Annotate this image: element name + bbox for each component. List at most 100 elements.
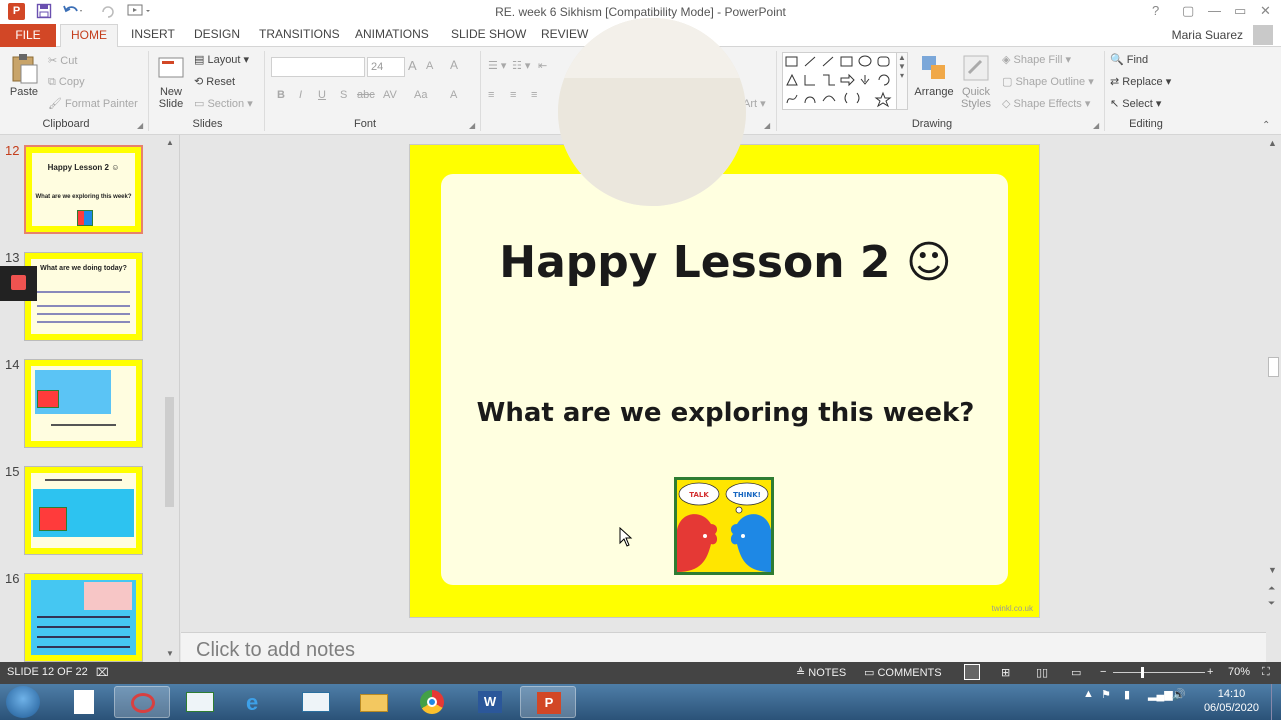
system-clock[interactable]: 14:10 06/05/2020 — [1204, 687, 1259, 715]
zoom-level[interactable]: 70% — [1228, 666, 1250, 678]
font-name-field[interactable] — [271, 57, 365, 77]
paste-button[interactable]: Paste — [6, 53, 42, 98]
shape-fill-button[interactable]: ◈ Shape Fill ▾ — [1002, 53, 1071, 66]
shape-outline-button[interactable]: ▢ Shape Outline ▾ — [1002, 75, 1094, 88]
font-color-button[interactable]: A — [450, 89, 457, 101]
numbering-icon[interactable]: ☷ ▾ — [512, 59, 530, 72]
shapes-gallery-more-icon[interactable]: ▲ ▼ ▾ — [896, 52, 908, 110]
clear-formatting-icon[interactable]: A — [450, 58, 458, 72]
normal-view-icon[interactable] — [964, 664, 980, 680]
tab-review[interactable]: REVIEW — [541, 27, 588, 41]
thumbnail-slide-14[interactable] — [24, 359, 143, 448]
ribbon-display-options-icon[interactable]: ▢ — [1182, 3, 1194, 19]
tab-animations[interactable]: ANIMATIONS — [355, 27, 429, 41]
zoom-slider-thumb[interactable] — [1141, 667, 1144, 678]
slide-title[interactable]: Happy Lesson 2 ☺ — [410, 237, 1041, 288]
bullets-icon[interactable]: ☰ ▾ — [488, 59, 506, 72]
user-account[interactable]: Maria Suarez — [1172, 28, 1243, 42]
close-icon[interactable]: ✕ — [1260, 3, 1271, 19]
thumbnail-slide-16[interactable] — [24, 573, 143, 662]
network-icon[interactable]: ▂▄▆ — [1148, 688, 1173, 701]
section-button[interactable]: ▭ Section ▾ — [194, 97, 253, 110]
taskbar-powerpoint-icon[interactable]: P — [520, 686, 576, 718]
restore-icon[interactable]: ▭ — [1234, 3, 1246, 19]
tab-design[interactable]: DESIGN — [194, 27, 240, 41]
tab-home[interactable]: HOME — [60, 24, 118, 48]
taskbar-window-icon-2[interactable] — [288, 686, 344, 718]
action-center-icon[interactable]: ⚑ — [1101, 688, 1111, 701]
italic-button[interactable]: I — [299, 89, 302, 101]
shape-effects-button[interactable]: ◇ Shape Effects ▾ — [1002, 97, 1090, 110]
copy-button[interactable]: ⧉ Copy — [48, 76, 85, 89]
comments-button[interactable]: ▭ COMMENTS — [864, 666, 942, 679]
reset-button[interactable]: ⟲ Reset — [194, 75, 235, 88]
thumbnail-slide-12[interactable]: Happy Lesson 2 ☺ What are we exploring t… — [24, 145, 143, 234]
zoom-out-icon[interactable]: − — [1100, 666, 1106, 678]
taskbar-word-icon[interactable]: W — [462, 686, 518, 718]
taskbar-internet-explorer-icon[interactable]: e — [230, 686, 286, 718]
taskbar-blank-document-icon[interactable] — [56, 686, 112, 718]
notes-pane[interactable]: Click to add notes — [181, 632, 1266, 662]
current-slide[interactable]: Happy Lesson 2 ☺ What are we exploring t… — [409, 144, 1040, 618]
align-center-icon[interactable]: ≡ — [510, 89, 516, 101]
thumbnail-slide-15[interactable] — [24, 466, 143, 555]
talk-think-image[interactable]: TALK THINK! — [674, 477, 774, 575]
quick-styles-button[interactable]: Quick Styles — [956, 53, 996, 110]
font-launcher-icon[interactable]: ◢ — [469, 121, 475, 130]
collapse-ribbon-icon[interactable]: ⌃ — [1262, 120, 1270, 131]
character-spacing-button[interactable]: AV — [383, 89, 397, 101]
change-case-button[interactable]: Aa — [414, 89, 427, 101]
underline-button[interactable]: U — [318, 89, 326, 101]
editor-vertical-scrollbar[interactable]: ▲ ▼ ⏶ ⏷ — [1266, 135, 1281, 662]
replace-button[interactable]: ⇄ Replace ▾ — [1110, 75, 1171, 88]
notes-placeholder[interactable]: Click to add notes — [196, 639, 355, 662]
reading-view-icon[interactable]: ▯▯ — [1036, 666, 1048, 679]
slide-subtitle[interactable]: What are we exploring this week? — [410, 398, 1041, 428]
minimize-icon[interactable]: — — [1208, 3, 1221, 18]
clipboard-launcher-icon[interactable]: ◢ — [137, 121, 143, 130]
tab-insert[interactable]: INSERT — [131, 27, 175, 41]
stop-recording-button[interactable] — [0, 266, 37, 301]
show-desktop-button[interactable] — [1271, 684, 1281, 720]
text-shadow-button[interactable]: S — [340, 89, 347, 101]
show-hidden-icons-icon[interactable]: ▲ — [1083, 688, 1094, 700]
shapes-gallery[interactable] — [782, 52, 908, 110]
arrange-button[interactable]: Arrange — [912, 53, 956, 98]
align-right-icon[interactable]: ≡ — [531, 89, 537, 101]
thumbnail-slide-13[interactable]: What are we doing today? — [24, 252, 143, 341]
decrease-indent-icon[interactable]: ⇤ — [538, 59, 547, 72]
spell-check-icon[interactable]: ⌧ — [96, 666, 109, 679]
thumbnail-scrollbar[interactable]: ▲ ▼ — [163, 135, 176, 662]
strikethrough-button[interactable]: abc — [357, 89, 375, 101]
slide-show-icon[interactable]: ▭ — [1071, 666, 1081, 679]
drawing-launcher-icon[interactable]: ◢ — [1093, 121, 1099, 130]
find-button[interactable]: 🔍 Find — [1110, 53, 1148, 66]
power-icon[interactable]: ▮ — [1124, 688, 1130, 701]
grow-font-icon[interactable]: A — [408, 58, 417, 73]
paragraph-launcher-icon[interactable]: ◢ — [764, 121, 770, 130]
fit-slide-icon[interactable]: ⛶ — [1262, 666, 1270, 679]
volume-icon[interactable]: 🔊 — [1172, 688, 1186, 701]
taskbar-window-icon[interactable] — [172, 686, 228, 718]
help-icon[interactable]: ? — [1152, 3, 1159, 18]
zoom-in-icon[interactable]: + — [1207, 666, 1213, 678]
new-slide-button[interactable]: New Slide — [155, 53, 187, 110]
layout-button[interactable]: ▤ Layout ▾ — [194, 53, 249, 66]
tab-transitions[interactable]: TRANSITIONS — [259, 27, 340, 41]
format-painter-button[interactable]: 🖌 Format Painter — [48, 97, 138, 110]
shrink-font-icon[interactable]: A — [426, 60, 433, 72]
avatar[interactable] — [1253, 25, 1273, 45]
taskbar-chrome-icon[interactable] — [404, 686, 460, 718]
font-size-field[interactable]: 24 — [367, 57, 405, 77]
start-button-icon[interactable] — [6, 686, 40, 718]
zoom-slider[interactable] — [1113, 672, 1205, 673]
tab-file[interactable]: FILE — [0, 24, 56, 47]
tab-slide-show[interactable]: SLIDE SHOW — [451, 27, 526, 41]
bold-button[interactable]: B — [277, 89, 285, 101]
taskbar-file-explorer-icon[interactable] — [346, 686, 402, 718]
cut-button[interactable]: ✂ Cut — [48, 54, 77, 67]
slide-sorter-icon[interactable]: ⊞ — [1001, 666, 1010, 679]
notes-button[interactable]: ≜ NOTES — [796, 666, 846, 679]
align-left-icon[interactable]: ≡ — [488, 89, 494, 101]
select-button[interactable]: ↖ Select ▾ — [1110, 97, 1161, 110]
